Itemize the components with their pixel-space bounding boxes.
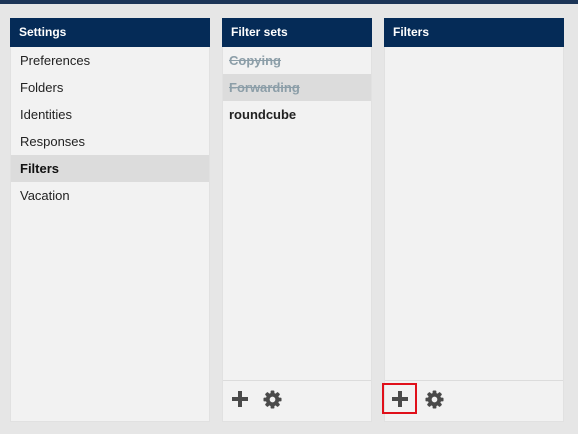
settings-item-preferences[interactable]: Preferences <box>11 47 209 74</box>
filter-sets-header: Filter sets <box>222 18 372 47</box>
filter-set-actions-button[interactable] <box>260 387 284 411</box>
settings-item-filters[interactable]: Filters <box>11 155 209 182</box>
settings-panel: Settings Preferences Folders Identities … <box>10 18 210 422</box>
filter-sets-toolbar <box>223 380 371 421</box>
filter-set-roundcube[interactable]: roundcube <box>223 101 371 128</box>
settings-item-vacation[interactable]: Vacation <box>11 182 209 209</box>
filters-header: Filters <box>384 18 564 47</box>
add-filter-button[interactable] <box>382 383 417 414</box>
settings-header: Settings <box>10 18 210 47</box>
add-filter-set-button[interactable] <box>228 387 252 411</box>
filter-set-forwarding[interactable]: Forwarding <box>223 74 371 101</box>
gear-icon <box>262 389 282 409</box>
settings-item-identities[interactable]: Identities <box>11 101 209 128</box>
filter-sets-panel: Filter sets Copying Forwarding roundcube <box>222 18 372 422</box>
filters-toolbar <box>382 380 563 421</box>
plus-icon <box>391 390 408 407</box>
settings-layout: Settings Preferences Folders Identities … <box>0 4 578 434</box>
gear-icon <box>424 389 444 409</box>
settings-item-responses[interactable]: Responses <box>11 128 209 155</box>
filter-set-copying[interactable]: Copying <box>223 47 371 74</box>
settings-item-folders[interactable]: Folders <box>11 74 209 101</box>
bottom-border <box>0 434 578 438</box>
filters-panel: Filters <box>382 18 564 422</box>
filter-actions-button[interactable] <box>422 387 446 411</box>
filter-sets-list: Copying Forwarding roundcube <box>223 47 371 128</box>
plus-icon <box>232 391 248 407</box>
settings-list: Preferences Folders Identities Responses… <box>11 47 209 209</box>
